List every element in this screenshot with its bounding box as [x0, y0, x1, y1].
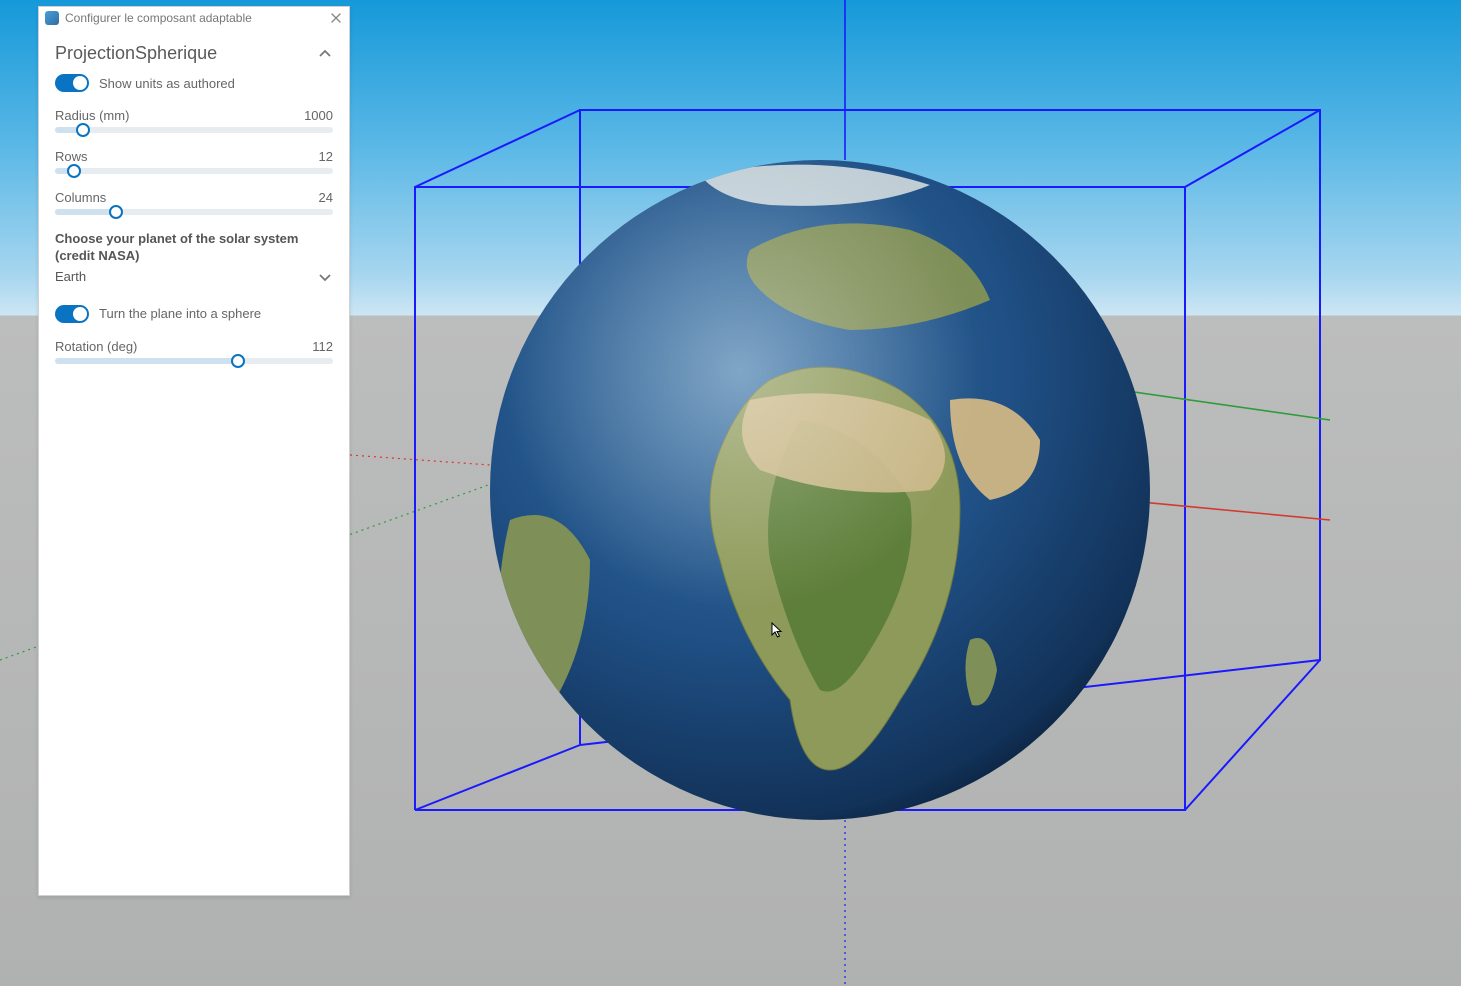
slider-columns-label: Columns: [55, 190, 106, 205]
slider-rotation-value: 112: [312, 339, 333, 354]
slider-rows-value: 12: [319, 149, 333, 164]
slider-columns-value: 24: [319, 190, 333, 205]
toggle-plane-to-sphere[interactable]: [55, 305, 89, 323]
axis-y-pos: [1120, 390, 1330, 420]
slider-radius-value: 1000: [304, 108, 333, 123]
slider-radius[interactable]: [55, 127, 333, 133]
earth-sphere[interactable]: [490, 160, 1150, 820]
slider-rotation[interactable]: [55, 358, 333, 364]
toggle-show-units[interactable]: [55, 74, 89, 92]
app-icon: [45, 11, 59, 25]
slider-rows[interactable]: [55, 168, 333, 174]
slider-columns[interactable]: [55, 209, 333, 215]
axis-x-pos: [1120, 500, 1330, 520]
section-title: ProjectionSpherique: [55, 43, 217, 64]
chevron-up-icon[interactable]: [317, 46, 333, 62]
planet-dropdown-value: Earth: [55, 269, 86, 284]
toggle-plane-to-sphere-label: Turn the plane into a sphere: [99, 306, 261, 321]
slider-radius-label: Radius (mm): [55, 108, 129, 123]
toggle-show-units-label: Show units as authored: [99, 76, 235, 91]
section-header[interactable]: ProjectionSpherique: [39, 29, 349, 74]
cursor-arrow-icon: [770, 622, 786, 638]
chevron-down-icon: [317, 269, 333, 285]
planet-dropdown[interactable]: Earth: [55, 265, 333, 289]
planet-picker-label: Choose your planet of the solar system (…: [55, 231, 333, 265]
slider-rows-label: Rows: [55, 149, 88, 164]
slider-rotation-label: Rotation (deg): [55, 339, 137, 354]
close-icon[interactable]: [329, 11, 343, 25]
config-panel: Configurer le composant adaptable Projec…: [38, 6, 350, 896]
panel-title: Configurer le composant adaptable: [65, 11, 252, 25]
panel-titlebar[interactable]: Configurer le composant adaptable: [39, 7, 349, 29]
